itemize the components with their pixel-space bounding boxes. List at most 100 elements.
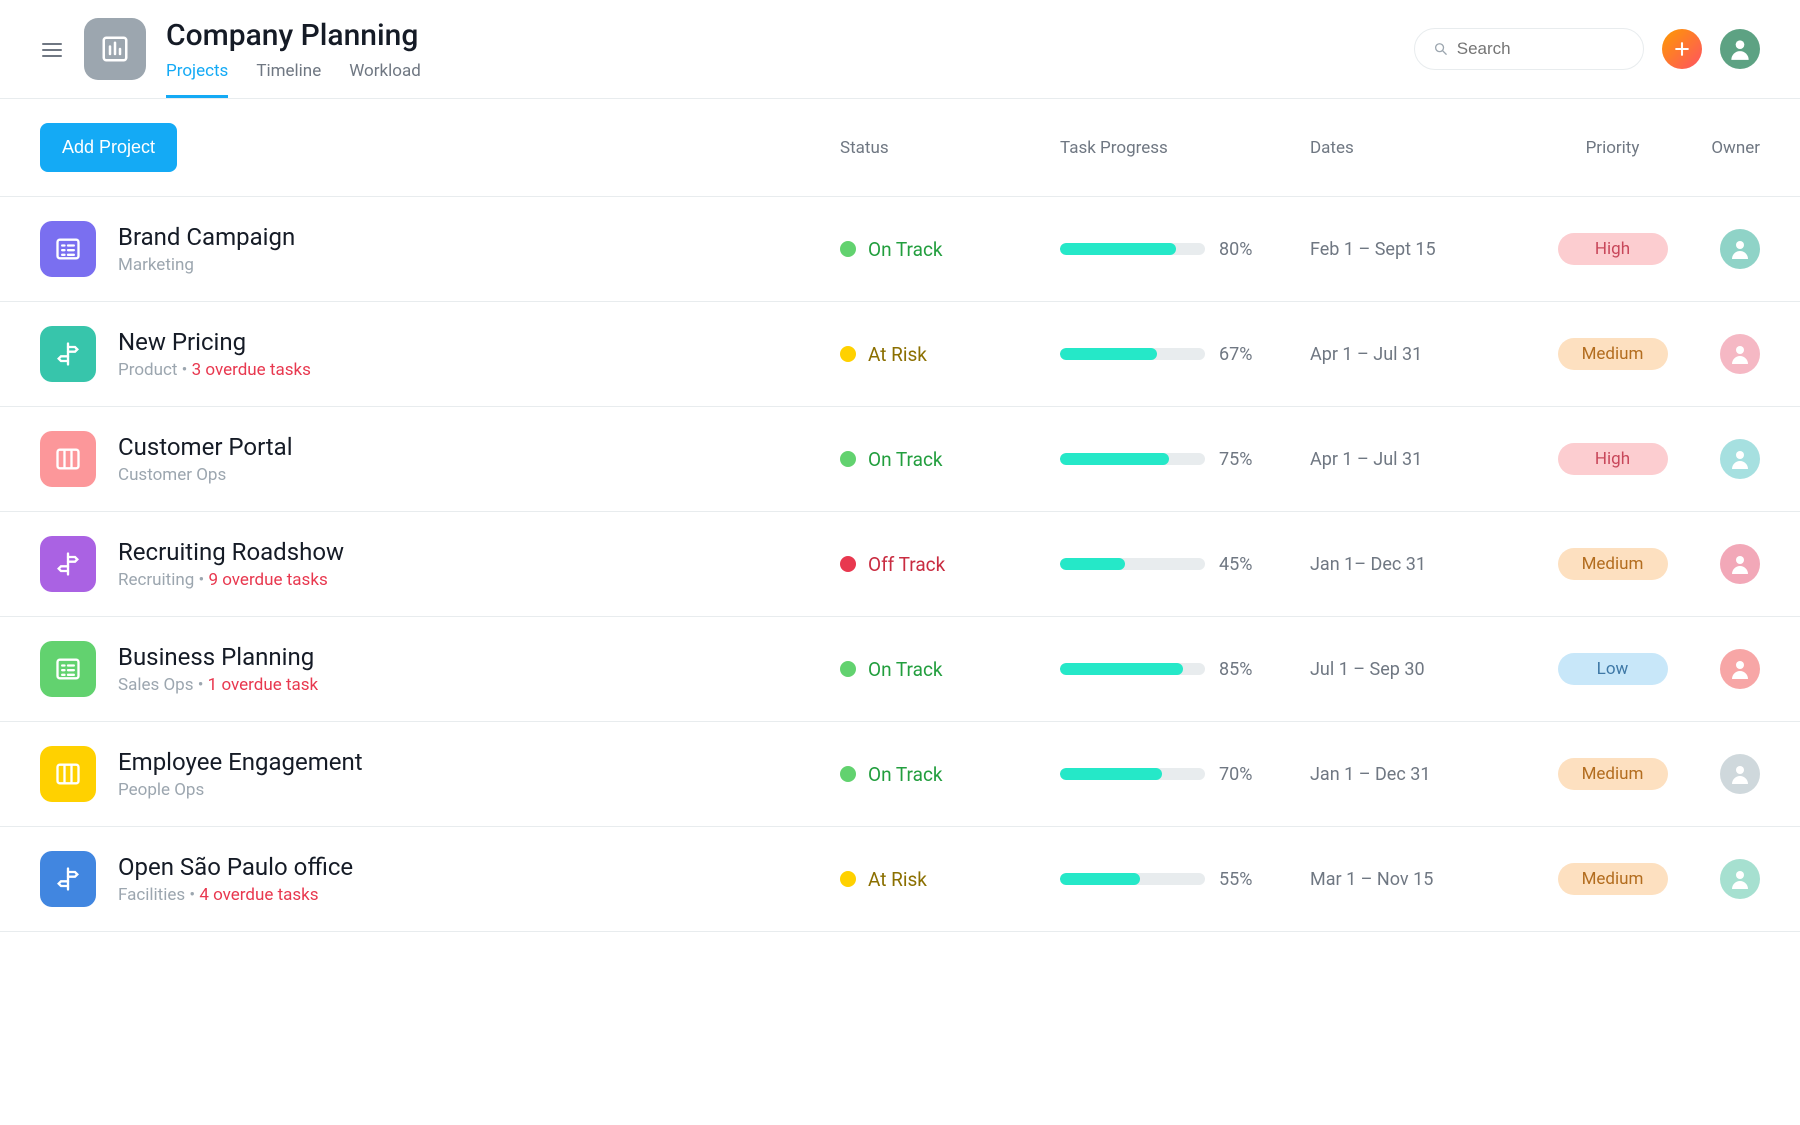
col-owner: Owner bbox=[1700, 138, 1760, 158]
status-dot-icon bbox=[840, 241, 856, 257]
project-name: Customer Portal bbox=[118, 433, 293, 461]
search-box[interactable] bbox=[1414, 28, 1644, 70]
dates-cell[interactable]: Jan 1– Dec 31 bbox=[1310, 554, 1525, 575]
dates-cell[interactable]: Feb 1 – Sept 15 bbox=[1310, 239, 1525, 260]
person-icon bbox=[1728, 342, 1752, 366]
priority-cell[interactable]: High bbox=[1525, 233, 1700, 265]
project-row[interactable]: Brand Campaign Marketing On Track 80% Fe… bbox=[0, 197, 1800, 302]
priority-cell[interactable]: Low bbox=[1525, 653, 1700, 685]
tab-workload[interactable]: Workload bbox=[349, 61, 421, 98]
status-dot-icon bbox=[840, 661, 856, 677]
status-cell[interactable]: At Risk bbox=[840, 868, 1060, 891]
tab-projects[interactable]: Projects bbox=[166, 61, 228, 98]
title-block: Company Planning Projects Timeline Workl… bbox=[166, 18, 1394, 98]
priority-cell[interactable]: Medium bbox=[1525, 338, 1700, 370]
owner-cell[interactable] bbox=[1700, 439, 1760, 479]
project-row[interactable]: Employee Engagement People Ops On Track … bbox=[0, 722, 1800, 827]
progress-cell: 55% bbox=[1060, 869, 1310, 890]
project-row[interactable]: Recruiting Roadshow Recruiting • 9 overd… bbox=[0, 512, 1800, 617]
owner-avatar bbox=[1720, 544, 1760, 584]
project-name: New Pricing bbox=[118, 328, 311, 356]
project-icon bbox=[40, 641, 96, 697]
project-icon bbox=[40, 851, 96, 907]
project-name: Brand Campaign bbox=[118, 223, 295, 251]
priority-chip: High bbox=[1558, 233, 1668, 265]
status-dot-icon bbox=[840, 766, 856, 782]
progress-bar bbox=[1060, 663, 1205, 675]
project-icon bbox=[40, 326, 96, 382]
dates-cell[interactable]: Jan 1 – Dec 31 bbox=[1310, 764, 1525, 785]
status-cell[interactable]: At Risk bbox=[840, 343, 1060, 366]
status-text: On Track bbox=[868, 448, 943, 471]
search-input[interactable] bbox=[1457, 39, 1625, 59]
status-cell[interactable]: Off Track bbox=[840, 553, 1060, 576]
owner-avatar bbox=[1720, 754, 1760, 794]
project-text: Recruiting Roadshow Recruiting • 9 overd… bbox=[118, 538, 344, 590]
add-project-button[interactable]: Add Project bbox=[40, 123, 177, 172]
owner-cell[interactable] bbox=[1700, 859, 1760, 899]
progress-cell: 80% bbox=[1060, 239, 1310, 260]
owner-cell[interactable] bbox=[1700, 754, 1760, 794]
status-text: At Risk bbox=[868, 343, 927, 366]
progress-percent: 80% bbox=[1219, 239, 1252, 260]
project-icon bbox=[40, 746, 96, 802]
project-row[interactable]: New Pricing Product • 3 overdue tasks At… bbox=[0, 302, 1800, 407]
owner-avatar bbox=[1720, 649, 1760, 689]
priority-cell[interactable]: Medium bbox=[1525, 758, 1700, 790]
person-icon bbox=[1728, 447, 1752, 471]
progress-percent: 75% bbox=[1219, 449, 1252, 470]
project-row[interactable]: Open São Paulo office Facilities • 4 ove… bbox=[0, 827, 1800, 932]
progress-bar bbox=[1060, 873, 1205, 885]
project-icon bbox=[40, 431, 96, 487]
status-cell[interactable]: On Track bbox=[840, 238, 1060, 261]
dates-cell[interactable]: Jul 1 – Sep 30 bbox=[1310, 659, 1525, 680]
project-text: Customer Portal Customer Ops bbox=[118, 433, 293, 485]
priority-cell[interactable]: High bbox=[1525, 443, 1700, 475]
progress-percent: 85% bbox=[1219, 659, 1252, 680]
priority-chip: Low bbox=[1558, 653, 1668, 685]
progress-percent: 55% bbox=[1219, 869, 1252, 890]
status-dot-icon bbox=[840, 451, 856, 467]
tabs: Projects Timeline Workload bbox=[166, 61, 1394, 98]
project-subtitle: Recruiting • 9 overdue tasks bbox=[118, 570, 344, 590]
project-row[interactable]: Business Planning Sales Ops • 1 overdue … bbox=[0, 617, 1800, 722]
status-cell[interactable]: On Track bbox=[840, 763, 1060, 786]
project-text: Open São Paulo office Facilities • 4 ove… bbox=[118, 853, 353, 905]
progress-cell: 85% bbox=[1060, 659, 1310, 680]
owner-cell[interactable] bbox=[1700, 229, 1760, 269]
project-row[interactable]: Customer Portal Customer Ops On Track 75… bbox=[0, 407, 1800, 512]
owner-avatar bbox=[1720, 229, 1760, 269]
progress-cell: 75% bbox=[1060, 449, 1310, 470]
progress-percent: 67% bbox=[1219, 344, 1252, 365]
status-dot-icon bbox=[840, 346, 856, 362]
progress-bar bbox=[1060, 348, 1205, 360]
col-dates: Dates bbox=[1310, 138, 1525, 158]
status-cell[interactable]: On Track bbox=[840, 448, 1060, 471]
status-text: At Risk bbox=[868, 868, 927, 891]
owner-cell[interactable] bbox=[1700, 334, 1760, 374]
project-text: Brand Campaign Marketing bbox=[118, 223, 295, 275]
progress-percent: 70% bbox=[1219, 764, 1252, 785]
tab-timeline[interactable]: Timeline bbox=[256, 61, 321, 98]
person-icon bbox=[1728, 867, 1752, 891]
menu-icon[interactable] bbox=[40, 38, 64, 62]
project-name: Open São Paulo office bbox=[118, 853, 353, 881]
owner-cell[interactable] bbox=[1700, 544, 1760, 584]
dates-cell[interactable]: Apr 1 – Jul 31 bbox=[1310, 449, 1525, 470]
progress-bar bbox=[1060, 768, 1205, 780]
global-add-button[interactable] bbox=[1662, 29, 1702, 69]
user-avatar[interactable] bbox=[1720, 29, 1760, 69]
status-dot-icon bbox=[840, 871, 856, 887]
project-text: Business Planning Sales Ops • 1 overdue … bbox=[118, 643, 318, 695]
status-cell[interactable]: On Track bbox=[840, 658, 1060, 681]
priority-cell[interactable]: Medium bbox=[1525, 548, 1700, 580]
project-subtitle: Facilities • 4 overdue tasks bbox=[118, 885, 353, 905]
dates-cell[interactable]: Mar 1 – Nov 15 bbox=[1310, 869, 1525, 890]
dates-cell[interactable]: Apr 1 – Jul 31 bbox=[1310, 344, 1525, 365]
progress-bar bbox=[1060, 243, 1205, 255]
priority-chip: Medium bbox=[1558, 548, 1668, 580]
owner-cell[interactable] bbox=[1700, 649, 1760, 689]
progress-percent: 45% bbox=[1219, 554, 1252, 575]
project-list: Brand Campaign Marketing On Track 80% Fe… bbox=[0, 197, 1800, 932]
priority-cell[interactable]: Medium bbox=[1525, 863, 1700, 895]
